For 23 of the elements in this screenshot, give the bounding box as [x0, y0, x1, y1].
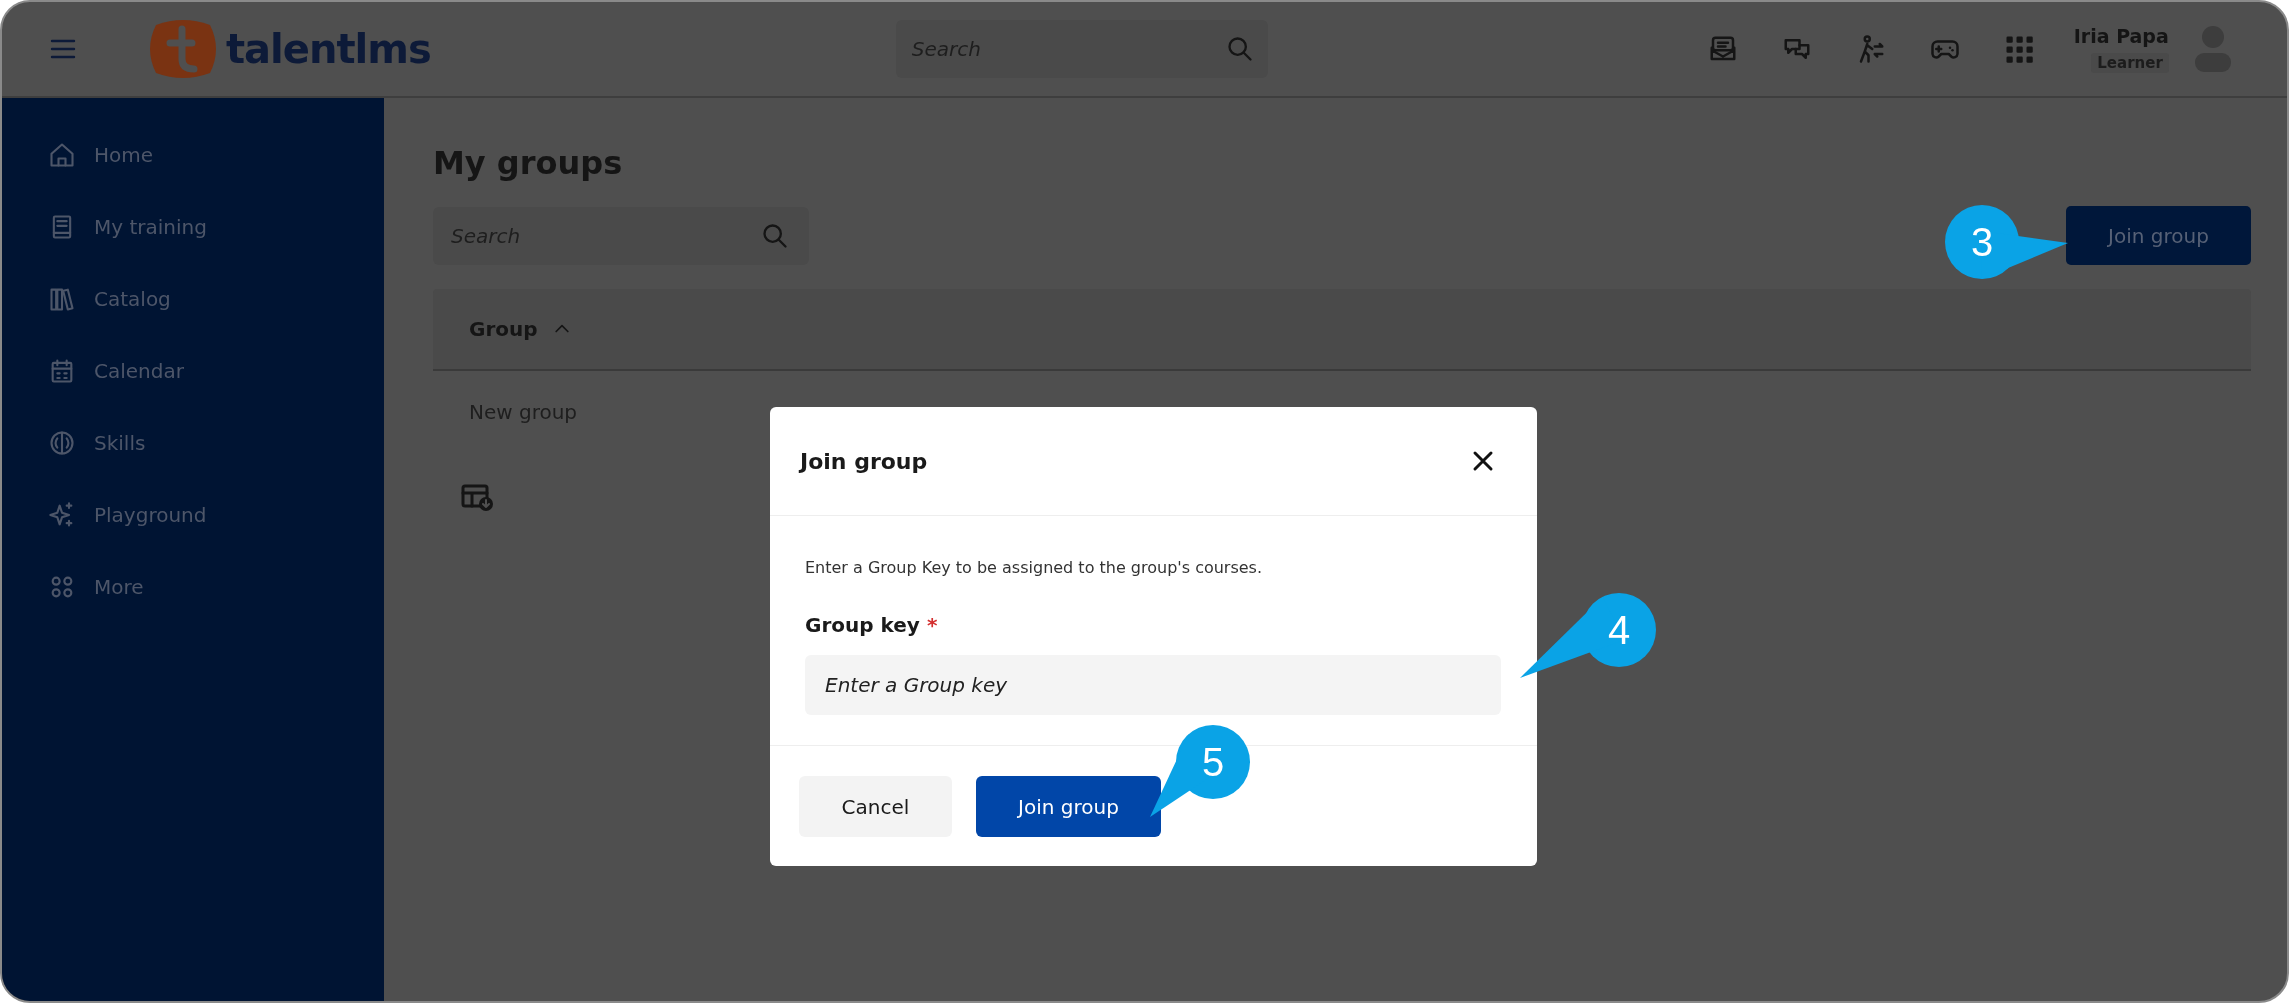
search-icon[interactable]: [1225, 35, 1254, 63]
sidebar-item[interactable]: Catalog: [2, 276, 384, 321]
dialog-title: Join group: [800, 448, 928, 474]
brand-name: talentlms: [226, 26, 431, 72]
menu-icon[interactable]: [50, 38, 76, 60]
table-export-icon[interactable]: [461, 483, 495, 513]
dialog-description: Enter a Group Key to be assigned to the group's courses.: [805, 558, 1264, 577]
sidebar-item[interactable]: Calendar: [2, 348, 384, 393]
close-icon[interactable]: [1471, 449, 1495, 473]
field-label: Group key *: [805, 613, 939, 637]
page-title: My groups: [433, 144, 624, 182]
sidebar-item[interactable]: My training: [2, 204, 384, 249]
join-group-button[interactable]: Join group: [976, 776, 1161, 837]
sidebar-item[interactable]: Playground: [2, 492, 384, 537]
sidebar-item[interactable]: Home: [2, 132, 384, 177]
cancel-button[interactable]: Cancel: [799, 776, 952, 837]
search-icon[interactable]: [761, 221, 789, 250]
brain-icon: [48, 428, 76, 457]
sidebar-item[interactable]: Skills: [2, 420, 384, 465]
user-name: Iria Papa: [2073, 25, 2169, 47]
sidebar-item[interactable]: More: [2, 564, 384, 609]
join-group-button[interactable]: Join group: [2066, 206, 2251, 265]
input-field[interactable]: Enter a Group key: [805, 655, 1501, 715]
